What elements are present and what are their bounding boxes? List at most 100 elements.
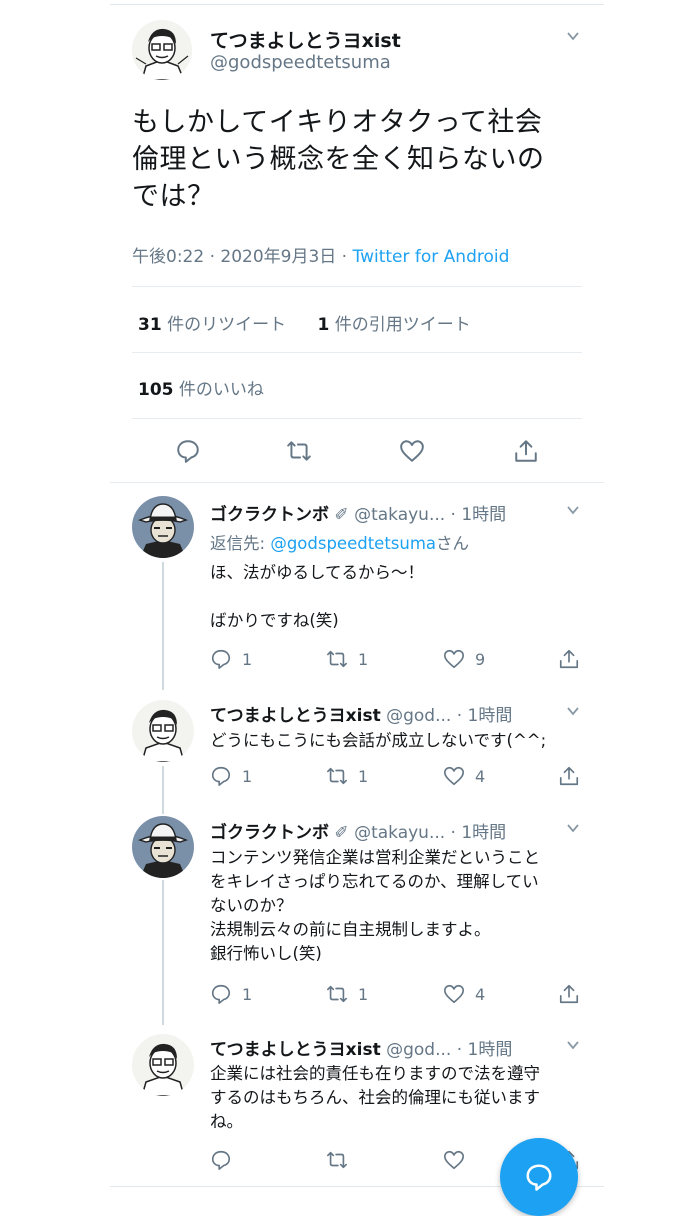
reply-author-name[interactable]: てつまよしとうヨxist bbox=[210, 706, 381, 726]
retweet-count: 1 bbox=[358, 766, 369, 786]
divider bbox=[110, 482, 604, 483]
share-button[interactable] bbox=[558, 648, 590, 670]
tweet-text-line: もしかしてイキりオタクって社会 bbox=[132, 107, 543, 138]
chevron-down-icon[interactable] bbox=[566, 821, 580, 835]
reply-icon bbox=[211, 649, 231, 669]
reply-count: 1 bbox=[242, 766, 253, 786]
retweet-icon bbox=[327, 650, 347, 668]
pen-emoji-icon: ✐ bbox=[334, 505, 349, 525]
divider bbox=[132, 286, 582, 287]
reply-button[interactable]: 1 bbox=[210, 765, 252, 787]
retweet-button[interactable] bbox=[326, 1149, 358, 1171]
retweet-button[interactable]: 1 bbox=[326, 983, 368, 1005]
reply-time[interactable]: · 1時間 bbox=[445, 505, 507, 525]
reply-author-name[interactable]: ゴクラクトンボ bbox=[210, 823, 329, 843]
reply-to-handle-link[interactable]: @godspeedtetsuma bbox=[270, 534, 436, 553]
reply-bubble-icon bbox=[526, 1164, 552, 1191]
like-count: 4 bbox=[475, 984, 486, 1004]
reply-avatar[interactable] bbox=[132, 816, 194, 878]
retweet-count: 1 bbox=[358, 984, 369, 1004]
reply-count: 1 bbox=[242, 649, 253, 669]
reply-avatar[interactable] bbox=[132, 700, 194, 762]
thread-line bbox=[162, 766, 164, 814]
share-icon bbox=[559, 766, 579, 786]
like-button[interactable]: 4 bbox=[443, 765, 485, 787]
tweet-text-line: では？ bbox=[132, 181, 215, 212]
tweet-timestamp[interactable]: 午後0:22 · 2020年9月3日 · bbox=[132, 247, 353, 267]
chevron-down-icon[interactable] bbox=[566, 704, 580, 718]
reply-header: ゴクラクトンボ ✐ @takayu... · 1時間 bbox=[210, 818, 506, 843]
reply-time[interactable]: · 1時間 bbox=[445, 823, 507, 843]
pen-emoji-icon: ✐ bbox=[334, 823, 349, 843]
author-handle[interactable]: @godspeedtetsuma bbox=[210, 52, 391, 73]
share-icon bbox=[559, 984, 579, 1004]
author-name[interactable]: てつまよしとうヨxist bbox=[210, 26, 401, 53]
retweet-button[interactable]: 1 bbox=[326, 648, 368, 670]
author-avatar[interactable] bbox=[132, 20, 192, 80]
avatar-illustration-icon bbox=[132, 496, 194, 558]
reply-avatar[interactable] bbox=[132, 1034, 194, 1096]
retweet-icon bbox=[327, 985, 347, 1003]
reply-button[interactable]: 1 bbox=[210, 648, 252, 670]
retweet-icon[interactable] bbox=[286, 438, 312, 464]
share-icon[interactable] bbox=[513, 438, 539, 464]
reply-author-name[interactable]: ゴクラクトンボ bbox=[210, 505, 329, 525]
reply-text: どうにもこうにも会話が成立しないです(^^; bbox=[210, 731, 547, 750]
reply-text: ほ、法がゆるしてるから〜！ ばかりですね(笑) bbox=[210, 563, 425, 630]
reply-to-line: 返信先: @godspeedtetsumaさん bbox=[210, 534, 470, 553]
reply-time[interactable]: · 1時間 bbox=[451, 1040, 513, 1060]
reply-button[interactable]: 1 bbox=[210, 983, 252, 1005]
reply-icon bbox=[211, 984, 231, 1004]
likes-link[interactable]: 105 件のいいね bbox=[138, 375, 264, 400]
retweet-icon bbox=[327, 1151, 347, 1169]
reply-author-handle[interactable]: @god... bbox=[386, 706, 451, 726]
chevron-down-icon[interactable] bbox=[566, 29, 580, 43]
reply-author-name[interactable]: てつまよしとうヨxist bbox=[210, 1040, 381, 1060]
reply-author-handle[interactable]: @god... bbox=[386, 1040, 451, 1060]
reply-button[interactable] bbox=[210, 1149, 242, 1171]
reply-header: ゴクラクトンボ ✐ @takayu... · 1時間 bbox=[210, 500, 506, 525]
reply-header: てつまよしとうヨxist @god... · 1時間 bbox=[210, 701, 512, 726]
share-button[interactable] bbox=[558, 983, 590, 1005]
tweet-source-link[interactable]: Twitter for Android bbox=[353, 247, 510, 267]
retweet-icon bbox=[327, 767, 347, 785]
like-button[interactable] bbox=[443, 1149, 475, 1171]
like-heart-icon bbox=[444, 984, 464, 1004]
share-button[interactable] bbox=[558, 765, 590, 787]
reply-icon bbox=[211, 1150, 231, 1170]
tweet-text-line: 倫理という概念を全く知らないの bbox=[132, 144, 545, 175]
like-count: 4 bbox=[475, 766, 486, 786]
retweet-quote-stats: 31 件のリツイート 1 件の引用ツイート bbox=[138, 310, 471, 335]
avatar-illustration-icon bbox=[132, 816, 194, 878]
like-heart-icon[interactable] bbox=[399, 438, 425, 464]
like-button[interactable]: 4 bbox=[443, 983, 485, 1005]
reply-text: 企業には社会的責任も在りますので法を遵守 するのはもちろん、社会的倫理にも従いま… bbox=[210, 1064, 540, 1131]
share-icon bbox=[559, 649, 579, 669]
chevron-down-icon[interactable] bbox=[566, 1038, 580, 1052]
thread-line bbox=[162, 562, 164, 690]
reply-author-handle[interactable]: @takayu... bbox=[354, 505, 445, 525]
compose-reply-fab[interactable] bbox=[500, 1138, 578, 1216]
reply-author-handle[interactable]: @takayu... bbox=[354, 823, 445, 843]
chevron-down-icon[interactable] bbox=[566, 503, 580, 517]
avatar-illustration-icon bbox=[132, 1034, 194, 1096]
top-divider bbox=[110, 4, 604, 5]
retweet-button[interactable]: 1 bbox=[326, 765, 368, 787]
like-button[interactable]: 9 bbox=[443, 648, 485, 670]
like-heart-icon bbox=[444, 649, 464, 669]
retweet-count: 1 bbox=[358, 649, 369, 669]
reply-icon[interactable] bbox=[175, 438, 201, 464]
reply-avatar[interactable] bbox=[132, 496, 194, 558]
like-heart-icon bbox=[444, 766, 464, 786]
divider bbox=[132, 352, 582, 353]
retweets-link[interactable]: 31 件のリツイート bbox=[138, 315, 286, 335]
reply-time[interactable]: · 1時間 bbox=[451, 706, 513, 726]
like-count: 9 bbox=[475, 649, 486, 669]
reply-text: コンテンツ発信企業は営利企業だということ をキレイさっぱり忘れてるのか、理解して… bbox=[210, 848, 540, 963]
reply-icon bbox=[211, 766, 231, 786]
avatar-illustration-icon bbox=[132, 20, 192, 80]
quote-tweets-link[interactable]: 1 件の引用ツイート bbox=[317, 315, 470, 335]
like-heart-icon bbox=[444, 1150, 464, 1170]
tweet-metadata: 午後0:22 · 2020年9月3日 · Twitter for Android bbox=[132, 242, 509, 267]
avatar-illustration-icon bbox=[132, 700, 194, 762]
